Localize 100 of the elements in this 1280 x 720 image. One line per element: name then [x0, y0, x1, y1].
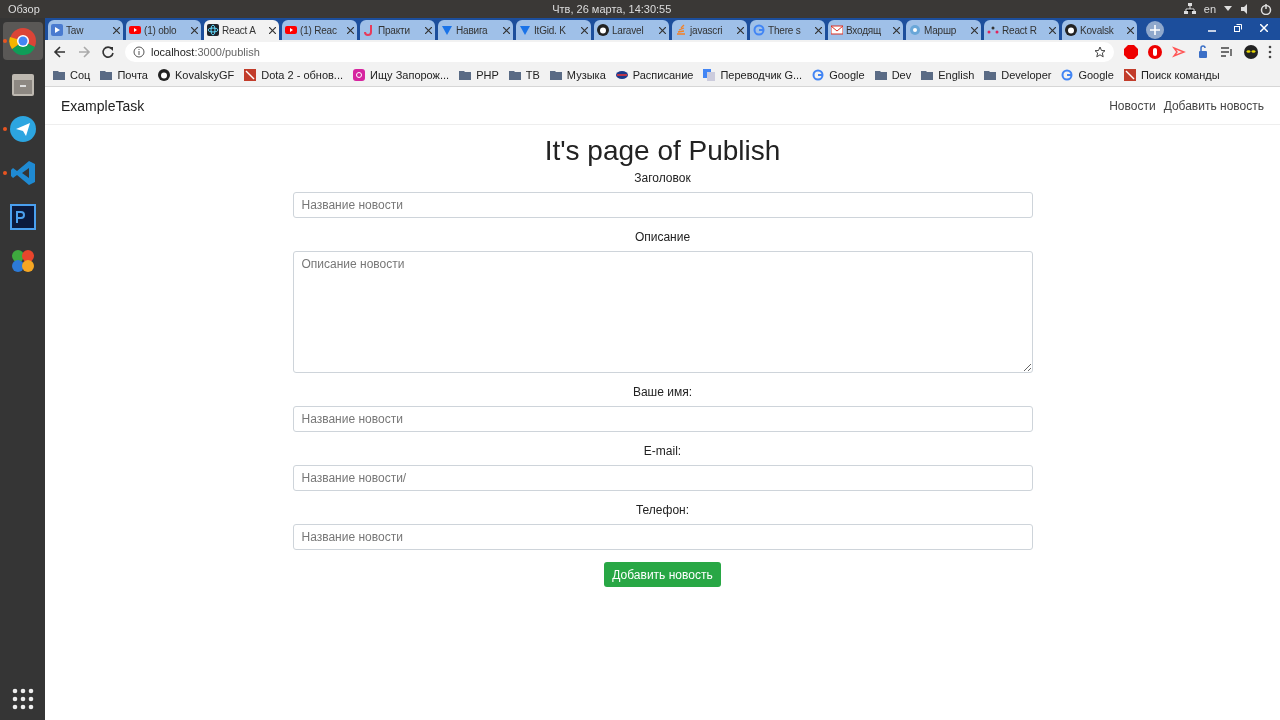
- close-icon[interactable]: [269, 26, 276, 34]
- folder-icon: [921, 69, 934, 81]
- bookmark[interactable]: Соц: [70, 69, 91, 81]
- language-indicator[interactable]: en: [1203, 3, 1216, 15]
- close-icon[interactable]: [815, 26, 822, 34]
- input-field[interactable]: Название новости/: [292, 465, 1033, 491]
- envelope-icon: [831, 24, 843, 36]
- new-tab-button[interactable]: [1146, 21, 1164, 39]
- browser-tab[interactable]: Входящ: [828, 20, 903, 40]
- playlist-icon[interactable]: [1220, 45, 1234, 59]
- tab-title: Laravel: [612, 24, 645, 36]
- browser-tab[interactable]: javascri: [672, 20, 747, 40]
- bookmark[interactable]: Developer: [1001, 69, 1052, 81]
- dots-icon: [987, 24, 999, 36]
- activities-button[interactable]: Обзор: [8, 3, 40, 15]
- close-icon[interactable]: [1049, 26, 1056, 34]
- google-icon: [753, 24, 765, 36]
- code-editor-icon[interactable]: [8, 159, 37, 187]
- folder-icon: [984, 69, 997, 81]
- bookmark[interactable]: KovalskyGF: [174, 69, 235, 81]
- close-icon[interactable]: [425, 26, 432, 34]
- shield-icon: [441, 24, 453, 36]
- browser-tab[interactable]: Навига: [438, 20, 513, 40]
- folder-icon: [459, 69, 472, 81]
- folder-icon: [508, 69, 521, 81]
- textarea-field[interactable]: Описание новости: [292, 251, 1033, 373]
- video-play-icon: [129, 24, 141, 36]
- chrome-icon[interactable]: [8, 27, 37, 55]
- tab-title: Taw: [66, 24, 85, 36]
- star-icon[interactable]: [1094, 46, 1106, 58]
- close-icon[interactable]: [347, 26, 354, 34]
- browser-tab[interactable]: (1) Reac: [282, 20, 357, 40]
- bookmark[interactable]: Музыка: [566, 69, 606, 81]
- bookmark[interactable]: Переводчик G...: [720, 69, 803, 81]
- bookmark[interactable]: Поиск команды: [1140, 69, 1220, 81]
- tab-title: Практи: [378, 24, 411, 36]
- avatar-icon[interactable]: [1244, 45, 1258, 59]
- network-icon[interactable]: [1183, 3, 1196, 15]
- url-text: localhost:3000/publish: [151, 46, 260, 58]
- browser-tab[interactable]: ItGid. K: [516, 20, 591, 40]
- browser-tab[interactable]: React A: [204, 20, 279, 40]
- clock[interactable]: Чтв, 26 марта, 14:30:55: [552, 3, 672, 15]
- close-icon[interactable]: [971, 26, 978, 34]
- close-icon[interactable]: [113, 26, 120, 34]
- browser-tab[interactable]: Taw: [48, 20, 123, 40]
- close-icon[interactable]: [893, 26, 900, 34]
- reload-icon[interactable]: [101, 45, 115, 59]
- plus-icon: [1150, 25, 1160, 35]
- browser-tab[interactable]: Практи: [360, 20, 435, 40]
- photoshop-icon[interactable]: [8, 203, 37, 231]
- folder-icon: [100, 69, 113, 81]
- close-icon[interactable]: [191, 26, 198, 34]
- gear-icon: [909, 24, 921, 36]
- browser-tab[interactable]: React R: [984, 20, 1059, 40]
- brand-link[interactable]: ExampleTask: [61, 97, 145, 114]
- bookmark[interactable]: PHP: [476, 69, 499, 81]
- nav-link[interactable]: Новости: [1109, 98, 1156, 113]
- browser-tab[interactable]: Laravel: [594, 20, 669, 40]
- field-label: Телефон:: [635, 503, 690, 517]
- close-icon[interactable]: [737, 26, 744, 34]
- bookmark[interactable]: English: [938, 69, 975, 81]
- folder-icon: [874, 69, 887, 81]
- bookmark[interactable]: Dev: [891, 69, 912, 81]
- restore-icon[interactable]: [1234, 23, 1242, 32]
- input-field[interactable]: Название новости: [292, 192, 1033, 218]
- app-grid-icon[interactable]: [11, 688, 34, 710]
- nav-link[interactable]: Добавить новость: [1163, 98, 1264, 113]
- field-label: E-mail:: [643, 444, 682, 458]
- close-icon[interactable]: [503, 26, 510, 34]
- bookmark[interactable]: Почта: [117, 69, 148, 81]
- browser-tab[interactable]: Маршр: [906, 20, 981, 40]
- close-icon[interactable]: [581, 26, 588, 34]
- browser-tab[interactable]: (1) oblo: [126, 20, 201, 40]
- input-field[interactable]: Название новости: [292, 406, 1033, 432]
- close-icon[interactable]: [1127, 26, 1134, 34]
- bookmark[interactable]: Dota 2 - обнов...: [261, 69, 344, 81]
- address-bar[interactable]: localhost:3000/publish: [125, 42, 1114, 62]
- close-icon[interactable]: [659, 26, 666, 34]
- padlock-icon[interactable]: [1196, 45, 1210, 59]
- power-icon[interactable]: [1260, 3, 1272, 15]
- browser-tab[interactable]: There s: [750, 20, 825, 40]
- tab-title: Входящ: [846, 24, 883, 36]
- bookmark[interactable]: Расписание: [632, 69, 694, 81]
- tab-title: javascri: [690, 24, 724, 36]
- menu-icon[interactable]: [1268, 45, 1272, 59]
- adblock-icon[interactable]: [1124, 45, 1138, 59]
- shield-icon: [519, 24, 531, 36]
- arrow-icon[interactable]: [1172, 45, 1186, 59]
- bookmark[interactable]: Google: [1078, 69, 1114, 81]
- square-logo-icon: [244, 69, 257, 81]
- google-icon: [812, 69, 825, 81]
- paper-plane-icon[interactable]: [8, 115, 37, 143]
- bookmark[interactable]: ТВ: [525, 69, 540, 81]
- input-field[interactable]: Название новости: [292, 524, 1033, 550]
- bookmark[interactable]: Ищу Запорож...: [370, 69, 450, 81]
- atom-icon: [207, 24, 219, 36]
- back-icon[interactable]: [53, 45, 67, 59]
- browser-tab[interactable]: Kovalsk: [1062, 20, 1137, 40]
- bookmark[interactable]: Google: [829, 69, 865, 81]
- caret-icon[interactable]: [1224, 6, 1232, 12]
